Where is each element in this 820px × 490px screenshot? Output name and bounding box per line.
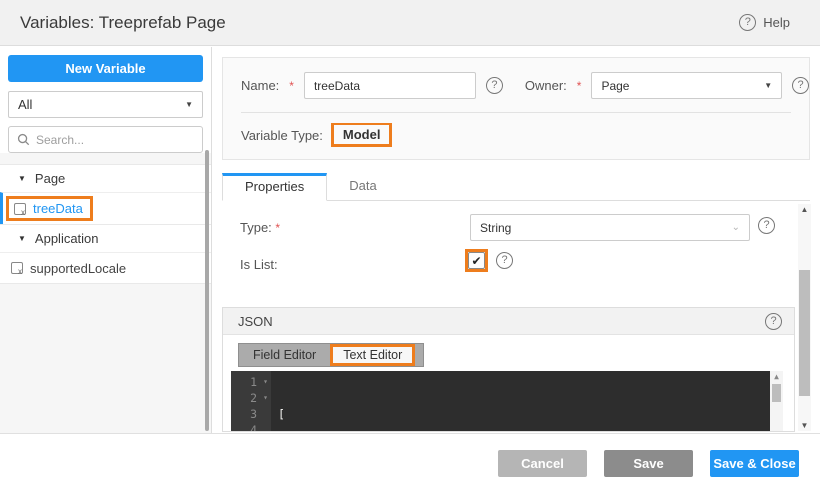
fold-caret-icon: ▾ [259,390,268,406]
editor-scrollbar[interactable]: ▲ [770,371,783,431]
sidebar-scrollbar[interactable] [205,150,209,431]
tree-item-supportedlocale[interactable]: x supportedLocale [0,252,211,284]
is-list-label: Is List: [240,257,278,272]
help-label: Help [763,15,790,30]
cancel-button[interactable]: Cancel [498,450,587,477]
tree-group-label: Page [35,171,65,186]
is-list-help-icon[interactable]: ? [496,252,513,269]
variable-type-label: Variable Type: [241,128,323,143]
editor-code[interactable]: [ ··{ ····"id": 1, ····"title": "1. drag… [271,371,770,431]
save-and-close-button[interactable]: Save & Close [710,450,799,477]
chevron-down-icon: ▼ [185,100,193,109]
json-section: JSON ? Field Editor Text Editor 1▾ 2▾ 3 … [222,307,795,432]
owner-select[interactable]: Page ▼ [591,72,782,99]
tree-item-label: supportedLocale [30,261,126,276]
text-editor-button[interactable]: Text Editor [330,344,415,366]
collapse-caret-icon: ▼ [18,234,26,243]
tree-group-label: Application [35,231,99,246]
chevron-down-icon: ▼ [764,81,772,90]
variable-detail-panel: Name: * ? Owner: * Page ▼ ? Variable Typ… [213,46,820,433]
scroll-up-icon: ▲ [774,372,779,382]
variable-summary-panel: Name: * ? Owner: * Page ▼ ? Variable Typ… [222,57,810,160]
type-label: Type: * [240,220,280,235]
variable-filter-select[interactable]: All ▼ [8,91,203,118]
name-label: Name: [241,78,279,93]
type-value: String [480,221,511,235]
fold-caret-icon: ▾ [259,374,268,390]
json-section-title: JSON [238,314,273,329]
save-button[interactable]: Save [604,450,693,477]
required-mark: * [289,79,294,93]
required-mark: * [275,221,280,235]
chevron-down-icon: ⌄ [732,222,740,233]
field-editor-button[interactable]: Field Editor [239,344,330,366]
annotation-box: Model [331,123,393,147]
help-button[interactable]: ? Help [739,14,790,31]
name-help-icon[interactable]: ? [486,77,503,94]
code-line: [ [278,406,770,422]
tab-properties[interactable]: Properties [222,173,327,201]
editor-mode-toggle: Field Editor Text Editor [238,343,424,367]
type-select[interactable]: String ⌄ [470,214,750,241]
json-text-editor[interactable]: 1▾ 2▾ 3 4 [ ··{ ····"id": 1, ····"title"… [231,371,783,431]
tab-data[interactable]: Data [327,173,398,200]
annotation-box: ✔ [465,249,488,272]
search-icon [17,133,30,146]
is-list-checkbox[interactable]: ✔ [468,252,485,269]
owner-label: Owner: [525,78,567,93]
page-title: Variables: Treeprefab Page [20,13,226,33]
detail-tabs: Properties Data [222,173,810,201]
tree-item-label: treeData [33,201,83,216]
type-help-icon[interactable]: ? [758,217,775,234]
scroll-down-icon[interactable]: ▼ [798,421,811,430]
variables-tree: ▼ Page x treeData ▼ Application x suppor… [0,164,211,284]
filter-value: All [18,97,32,112]
scrollbar-thumb[interactable] [772,384,781,402]
owner-value: Page [601,79,629,93]
owner-help-icon[interactable]: ? [792,77,809,94]
name-field[interactable] [304,72,476,99]
search-input[interactable] [36,133,194,147]
variable-search[interactable] [8,126,203,153]
tree-group-application[interactable]: ▼ Application [0,224,211,252]
collapse-caret-icon: ▼ [18,174,26,183]
dialog-footer: Cancel Save Save & Close [0,433,820,490]
sidebar-controls: New Variable All ▼ [0,47,211,153]
json-help-icon[interactable]: ? [765,313,782,330]
editor-gutter: 1▾ 2▾ 3 4 [231,371,271,431]
properties-scrollbar[interactable]: ▲ ▼ [798,204,811,431]
dialog-header: Variables: Treeprefab Page ? Help [0,0,820,46]
variable-icon: x [11,262,23,274]
variable-icon: x [14,203,26,215]
new-variable-button[interactable]: New Variable [8,55,203,82]
variable-type-value: Model [334,125,390,144]
scroll-up-icon[interactable]: ▲ [798,205,811,214]
variables-sidebar: New Variable All ▼ ▼ Page x treeData ▼ A… [0,47,212,433]
scrollbar-thumb[interactable] [799,270,810,396]
help-icon: ? [739,14,756,31]
tree-item-treedata[interactable]: x treeData [0,192,211,224]
required-mark: * [577,79,582,93]
annotation-box: x treeData [6,196,93,221]
tree-group-page[interactable]: ▼ Page [0,164,211,192]
